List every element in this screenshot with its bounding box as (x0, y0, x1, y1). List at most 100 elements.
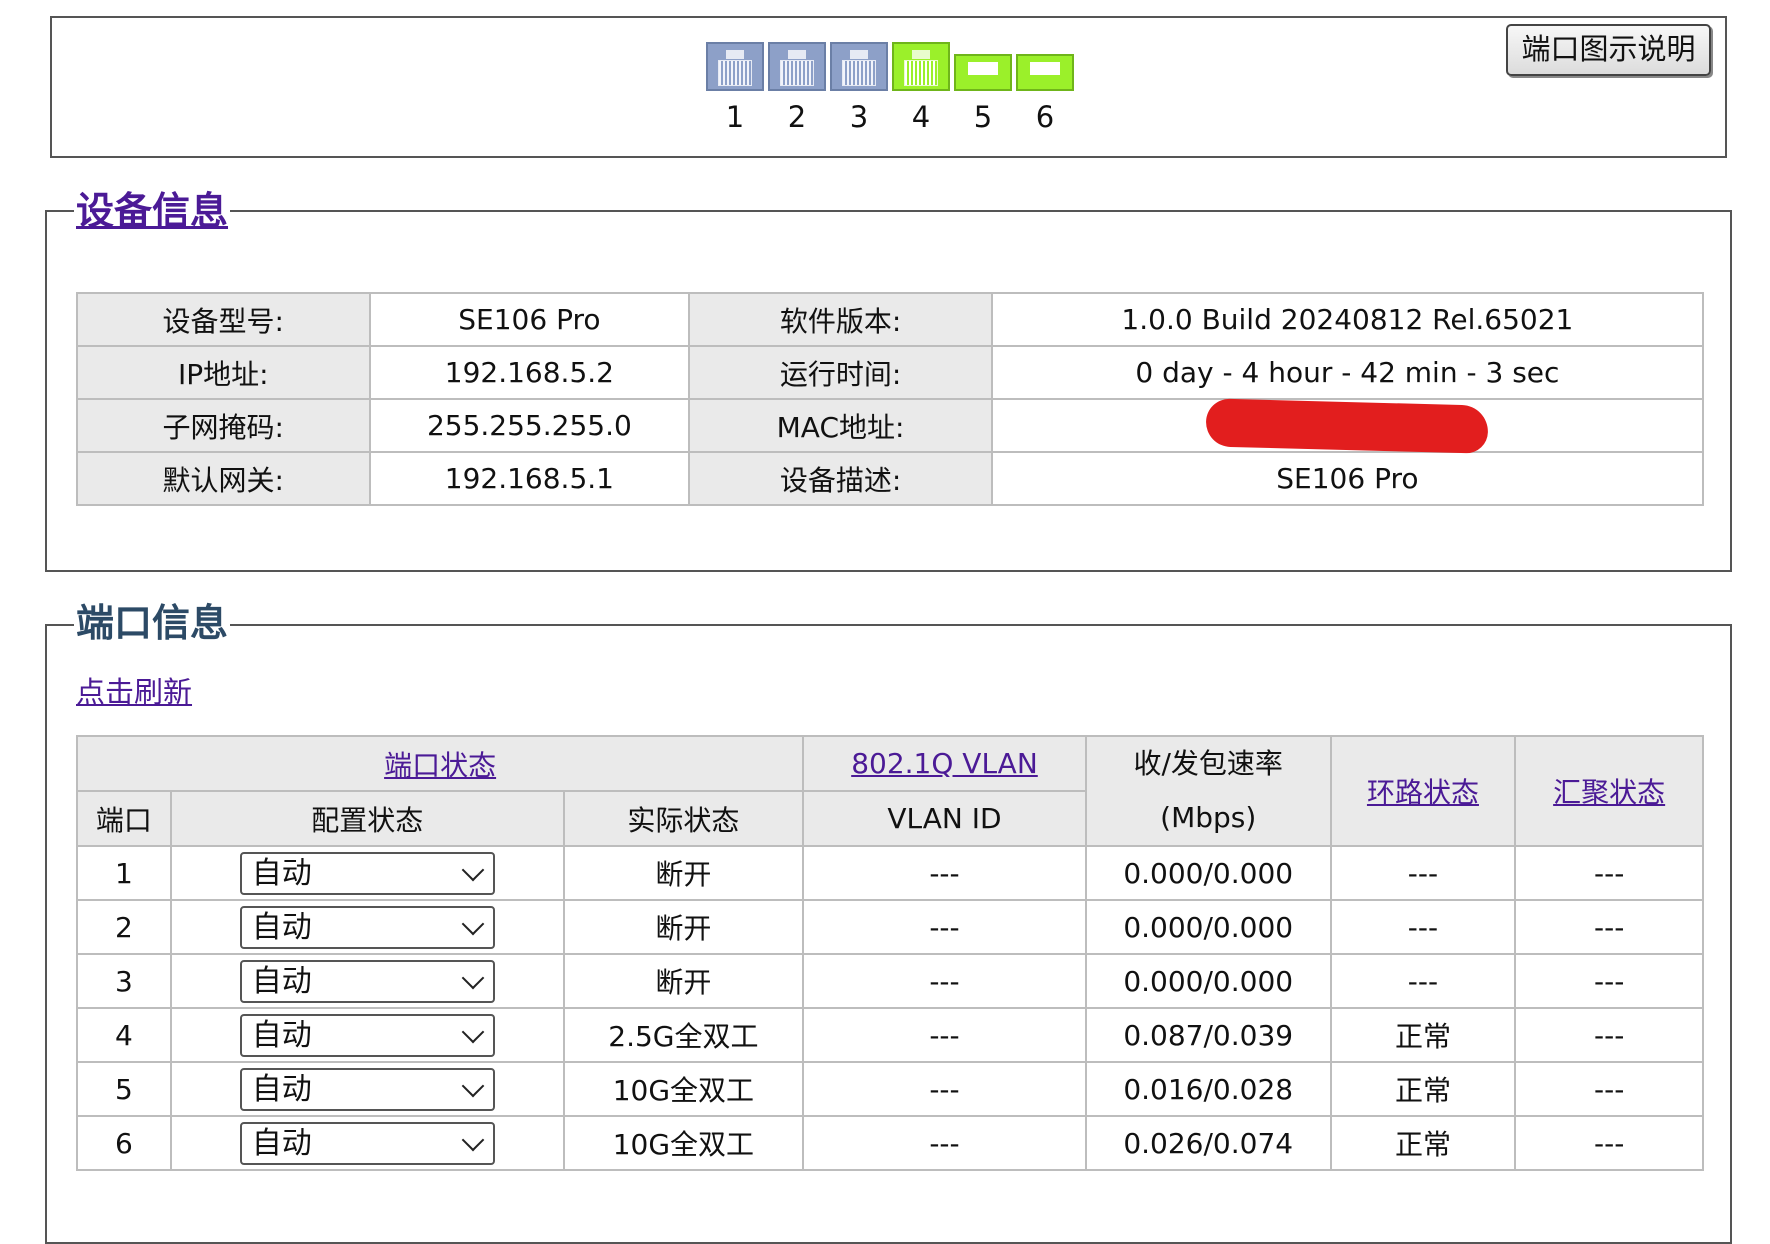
label-description: 设备描述: (688, 451, 993, 506)
header-rate-line2: (Mbps) (1160, 801, 1257, 834)
port-number: 6 (1035, 100, 1055, 134)
chevron-down-icon (461, 1074, 485, 1097)
cell-loop: 正常 (1329, 1115, 1517, 1171)
chevron-down-icon (461, 966, 485, 989)
refresh-link[interactable]: 点击刷新 (76, 669, 192, 711)
header-config: 配置状态 (169, 790, 565, 847)
rj45-port-icon (892, 42, 950, 91)
cell-config: 自动 (169, 1007, 565, 1063)
label-mac: MAC地址: (688, 398, 993, 453)
aggregation-status-link[interactable]: 汇聚状态 (1553, 776, 1665, 809)
cell-loop: --- (1329, 899, 1517, 955)
cell-vlan-id: --- (802, 1115, 1087, 1171)
cell-loop: --- (1329, 845, 1517, 901)
cell-rate: 0.000/0.000 (1084, 953, 1332, 1009)
value-subnet: 255.255.255.0 (368, 398, 691, 453)
label-gateway: 默认网关: (76, 451, 371, 506)
port-number: 3 (849, 100, 869, 134)
port-number: 5 (973, 100, 993, 134)
config-select-value: 自动 (251, 1071, 312, 1107)
chevron-down-icon (461, 912, 485, 935)
cell-vlan-id: --- (802, 845, 1087, 901)
rj45-port-icon (768, 42, 826, 91)
port-number: 4 (911, 100, 931, 134)
cell-actual: 10G全双工 (562, 1115, 805, 1171)
table-row: 5 自动 10G全双工 --- 0.016/0.028 正常 --- (76, 1061, 1704, 1117)
device-info-legend[interactable]: 设备信息 (74, 189, 231, 233)
table-row: IP地址: 192.168.5.2 运行时间: 0 day - 4 hour -… (76, 345, 1705, 400)
config-select[interactable]: 自动 (239, 959, 495, 1003)
table-row: 默认网关: 192.168.5.1 设备描述: SE106 Pro (76, 451, 1705, 506)
config-select[interactable]: 自动 (239, 1067, 495, 1111)
label-uptime: 运行时间: (688, 345, 993, 400)
cell-loop: 正常 (1329, 1007, 1517, 1063)
port-info-table: 端口状态 802.1Q VLAN 收/发包速率 (Mbps) 环路状态 汇聚状态… (75, 735, 1704, 1171)
chevron-down-icon (461, 1128, 485, 1151)
vlan-link[interactable]: 802.1Q VLAN (851, 747, 1038, 780)
cell-actual: 2.5G全双工 (562, 1007, 805, 1063)
header-aggregation[interactable]: 汇聚状态 (1514, 735, 1704, 847)
cell-actual: 断开 (562, 845, 805, 901)
value-gateway: 192.168.5.1 (368, 451, 691, 506)
port-info-legend: 端口信息 (74, 601, 231, 645)
cell-rate: 0.000/0.000 (1084, 845, 1332, 901)
value-firmware: 1.0.0 Build 20240812 Rel.65021 (990, 292, 1705, 347)
cell-vlan-id: --- (802, 1061, 1087, 1117)
cell-vlan-id: --- (802, 1007, 1087, 1063)
cell-vlan-id: --- (802, 899, 1087, 955)
cell-rate: 0.016/0.028 (1084, 1061, 1332, 1117)
cell-aggregation: --- (1514, 1061, 1704, 1117)
cell-aggregation: --- (1514, 953, 1704, 1009)
cell-actual: 10G全双工 (562, 1061, 805, 1117)
table-row: 子网掩码: 255.255.255.0 MAC地址: (76, 397, 1705, 454)
label-model: 设备型号: (76, 292, 371, 347)
cell-port: 6 (76, 1115, 172, 1171)
header-port: 端口 (76, 790, 172, 847)
table-row: 3 自动 断开 --- 0.000/0.000 --- --- (76, 953, 1704, 1009)
label-subnet: 子网掩码: (76, 398, 371, 453)
chevron-down-icon (461, 1020, 485, 1043)
cell-loop: 正常 (1329, 1061, 1517, 1117)
value-uptime: 0 day - 4 hour - 42 min - 3 sec (990, 345, 1705, 400)
config-select[interactable]: 自动 (239, 851, 495, 895)
value-ip: 192.168.5.2 (368, 345, 691, 400)
sfp-port-icon (1016, 54, 1074, 91)
cell-rate: 0.087/0.039 (1084, 1007, 1332, 1063)
loop-status-link[interactable]: 环路状态 (1367, 776, 1479, 809)
table-row: 6 自动 10G全双工 --- 0.026/0.074 正常 --- (76, 1115, 1704, 1171)
cell-port: 1 (76, 845, 172, 901)
cell-port: 3 (76, 953, 172, 1009)
cell-aggregation: --- (1514, 899, 1704, 955)
port-number: 1 (725, 100, 745, 134)
config-select[interactable]: 自动 (239, 1013, 495, 1057)
port-status-link[interactable]: 端口状态 (384, 749, 496, 782)
cell-rate: 0.000/0.000 (1084, 899, 1332, 955)
config-select-value: 自动 (251, 1017, 312, 1053)
port-legend-button[interactable]: 端口图示说明 (1506, 24, 1711, 76)
config-select-value: 自动 (251, 1125, 312, 1161)
redaction-mark (1205, 397, 1489, 454)
table-row: 4 自动 2.5G全双工 --- 0.087/0.039 正常 --- (76, 1007, 1704, 1063)
cell-config: 自动 (169, 1115, 565, 1171)
header-rate: 收/发包速率 (Mbps) (1084, 735, 1332, 847)
header-row: 端口状态 802.1Q VLAN 收/发包速率 (Mbps) 环路状态 汇聚状态 (75, 735, 1704, 847)
table-row: 1 自动 断开 --- 0.000/0.000 --- --- (76, 845, 1704, 901)
cell-loop: --- (1329, 953, 1517, 1009)
cell-config: 自动 (169, 845, 565, 901)
table-row: 设备型号: SE106 Pro 软件版本: 1.0.0 Build 202408… (76, 292, 1705, 347)
cell-vlan-id: --- (802, 953, 1087, 1009)
config-select[interactable]: 自动 (239, 905, 495, 949)
rj45-port-icon (706, 42, 764, 91)
header-vlan[interactable]: 802.1Q VLAN (802, 735, 1087, 792)
config-select-value: 自动 (251, 963, 312, 999)
cell-aggregation: --- (1514, 1007, 1704, 1063)
header-port-status[interactable]: 端口状态 (75, 735, 805, 792)
config-select[interactable]: 自动 (239, 1121, 495, 1165)
rj45-port-icon (830, 42, 888, 91)
header-loop[interactable]: 环路状态 (1329, 735, 1517, 847)
value-model: SE106 Pro (368, 292, 691, 347)
cell-config: 自动 (169, 953, 565, 1009)
header-rate-line1: 收/发包速率 (1133, 747, 1283, 780)
port-number: 2 (787, 100, 807, 134)
cell-port: 5 (76, 1061, 172, 1117)
